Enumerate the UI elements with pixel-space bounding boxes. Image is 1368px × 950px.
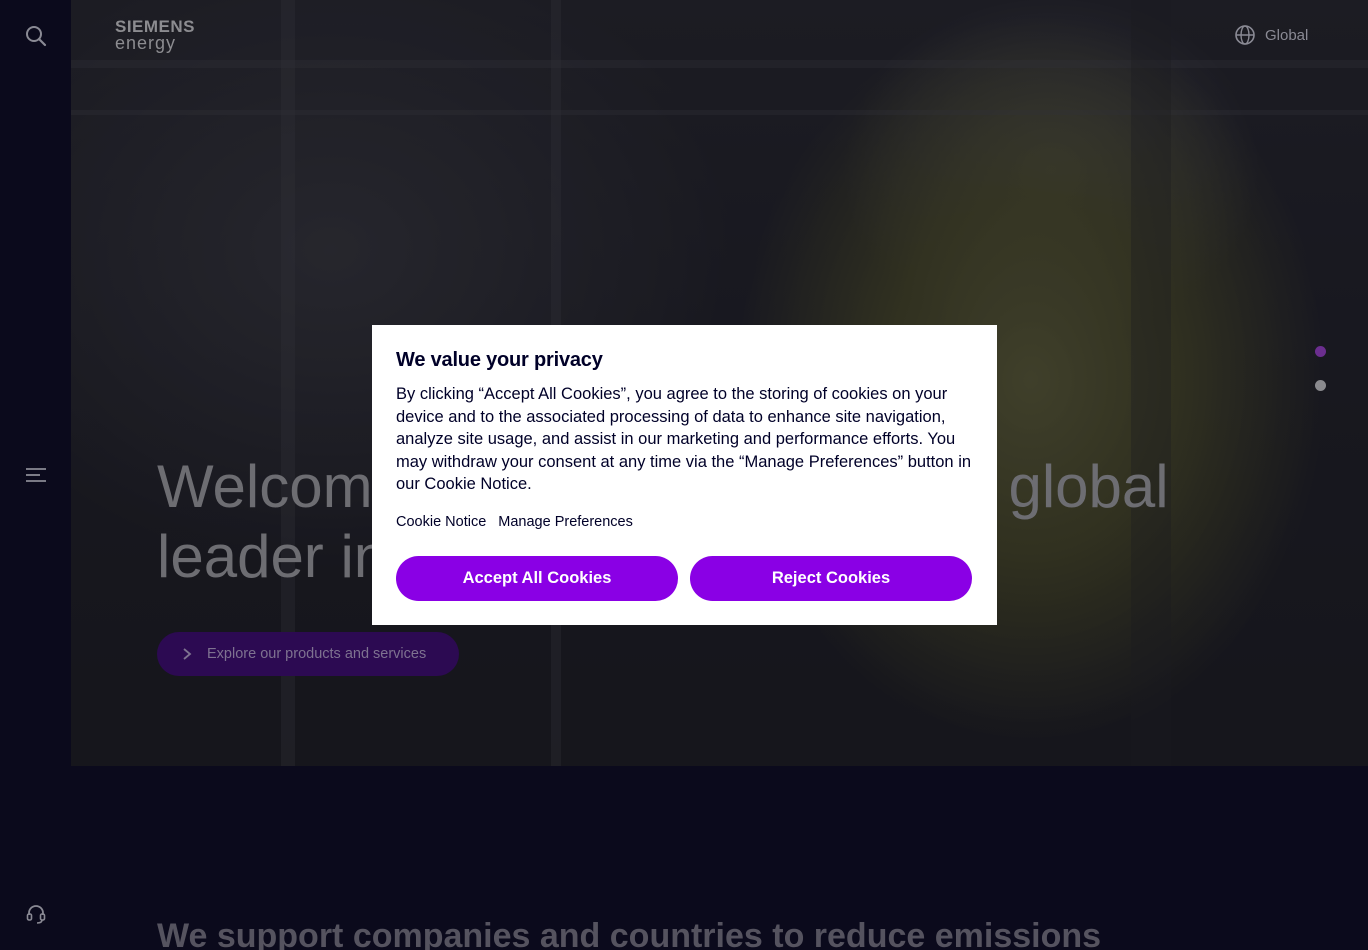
cookie-links: Cookie Notice Manage Preferences [396, 514, 973, 530]
cookie-modal-body: By clicking “Accept All Cookies”, you ag… [396, 385, 972, 493]
manage-preferences-link[interactable]: Manage Preferences [498, 514, 633, 530]
accept-all-cookies-button[interactable]: Accept All Cookies [396, 556, 678, 601]
cookie-notice-link[interactable]: Cookie Notice [396, 514, 486, 530]
cookie-consent-modal: We value your privacy By clicking “Accep… [372, 325, 997, 625]
cookie-buttons: Accept All Cookies Reject Cookies [396, 556, 972, 601]
cookie-modal-title: We value your privacy [396, 349, 603, 371]
reject-cookies-button[interactable]: Reject Cookies [690, 556, 972, 601]
